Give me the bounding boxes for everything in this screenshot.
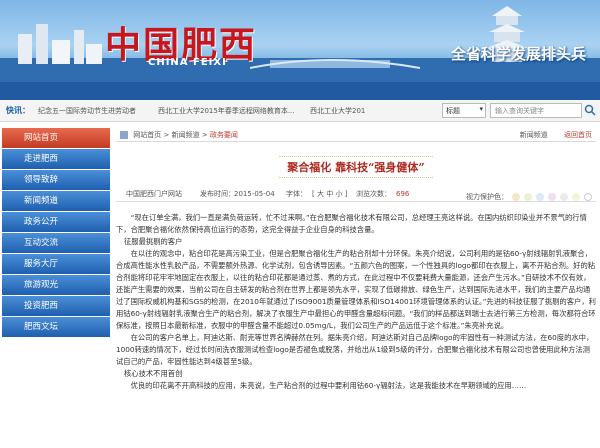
article-subheading: 征服最挑剔的客户 bbox=[124, 237, 183, 246]
site-title-en: CHINA FEIXI bbox=[148, 57, 227, 68]
font-size-small[interactable]: 小 bbox=[335, 190, 342, 198]
article-meta: 中国肥西门户网站 发布时间： 2015-05-04 字体： [ 大 中 小 ] … bbox=[116, 186, 596, 202]
article-paragraph: 优良的印花离不开高科技的应用，朱亮说，生产粘合剂的过程中要利用钴60-γ辐射法，… bbox=[130, 381, 527, 390]
sidebar-item-news[interactable]: 新闻频道 bbox=[2, 191, 110, 211]
views-count: 696 bbox=[396, 190, 410, 198]
font-size-medium[interactable]: 中 bbox=[326, 190, 333, 198]
breadcrumb-home[interactable]: 网站首页 bbox=[133, 131, 161, 139]
article-subheading: 核心技术不用首创 bbox=[124, 369, 183, 378]
site-slogan: 全省科学发展排头兵 bbox=[450, 45, 586, 63]
article-paragraph: 在公司的客户名单上，阿迪达斯、耐克等世界名牌赫然在列。据朱亮介绍，阿迪达斯对自己… bbox=[116, 333, 594, 366]
article-title: 聚合福化 靠科技“强身健体” bbox=[279, 156, 433, 178]
font-size-large[interactable]: 大 bbox=[317, 190, 324, 198]
news-ticker-item[interactable]: 纪念五一国际劳动节生进劳动者 bbox=[38, 106, 136, 116]
sidebar-item-home[interactable]: 网站首页 bbox=[2, 128, 110, 148]
back-home-link[interactable]: 返回首页 bbox=[564, 131, 592, 139]
quick-label: 快讯： bbox=[6, 106, 30, 115]
vision-color-swatch[interactable] bbox=[512, 193, 520, 201]
home-icon bbox=[120, 131, 128, 139]
vision-color-swatch[interactable] bbox=[584, 193, 592, 201]
sidebar-nav: 网站首页 走进肥西 领导致辞 新闻频道 政务公开 互动交流 服务大厅 旅游观光 … bbox=[0, 128, 112, 338]
sidebar-item-tourism[interactable]: 旅游观光 bbox=[2, 275, 110, 295]
vision-color-picker: 视力保护色： bbox=[466, 189, 592, 205]
sidebar-item-services[interactable]: 服务大厅 bbox=[2, 254, 110, 274]
article-paragraph: 在以往的观念中，粘合印花是高污染工业，但是合肥聚合福化生产的粘合剂却十分环保。朱… bbox=[116, 249, 596, 330]
quick-news-bar: 快讯： 纪念五一国际劳动节生进劳动者 西北工业大学2015年春季远程网络教育本.… bbox=[0, 100, 600, 122]
sidebar-item-interaction[interactable]: 互动交流 bbox=[2, 233, 110, 253]
breadcrumb-news[interactable]: 新闻频道 bbox=[172, 131, 200, 139]
article-paragraph: “现在订单全满，我们一直是满负荷运转，忙不过来啊。”在合肥聚合福化技术有限公司，… bbox=[116, 213, 587, 234]
breadcrumb-current[interactable]: 政务要闻 bbox=[210, 131, 238, 139]
site-banner: 中国肥西 CHINA FEIXI 全省科学发展排头兵 bbox=[0, 0, 600, 100]
breadcrumb-sep: > bbox=[163, 131, 170, 139]
search-input[interactable]: 输入查询关键字 bbox=[490, 103, 582, 118]
search-field-value: 标题 bbox=[446, 107, 460, 115]
views-label: 浏览次数： bbox=[356, 190, 391, 198]
search-field-select[interactable]: 标题 ▾ bbox=[442, 103, 486, 118]
breadcrumb-sep: > bbox=[201, 131, 208, 139]
chevron-down-icon: ▾ bbox=[479, 105, 483, 113]
vision-color-swatch[interactable] bbox=[536, 193, 544, 201]
sidebar-item-government[interactable]: 政务公开 bbox=[2, 212, 110, 232]
published-date: 2015-05-04 bbox=[234, 190, 275, 198]
sidebar-item-literature[interactable]: 肥西文坛 bbox=[2, 317, 110, 337]
sidebar-item-about[interactable]: 走进肥西 bbox=[2, 149, 110, 169]
article-content: 网站首页 > 新闻频道 > 政务要闻 新闻频道 返回首页 聚合福化 靠科技“强身… bbox=[116, 128, 596, 448]
article-body: “现在订单全满，我们一直是满负荷运转，忙不过来啊。”在合肥聚合福化技术有限公司，… bbox=[116, 212, 596, 392]
vision-label: 视力保护色： bbox=[466, 193, 508, 201]
sidebar-item-leaders[interactable]: 领导致辞 bbox=[2, 170, 110, 190]
article-title-wrap: 聚合福化 靠科技“强身健体” bbox=[116, 156, 596, 178]
news-ticker-item[interactable]: 西北工业大学201 bbox=[310, 106, 365, 116]
font-size-label: 字体： bbox=[286, 190, 307, 198]
news-ticker-item[interactable]: 西北工业大学2015年春季远程网络教育本... bbox=[158, 106, 295, 116]
vision-color-swatch[interactable] bbox=[572, 193, 580, 201]
article-source: 中国肥西门户网站 bbox=[126, 190, 182, 198]
published-label: 发布时间： bbox=[200, 190, 235, 198]
search-icon[interactable] bbox=[584, 104, 596, 117]
vision-color-swatch[interactable] bbox=[560, 193, 568, 201]
vision-color-swatch[interactable] bbox=[548, 193, 556, 201]
top-links: 新闻频道 返回首页 bbox=[506, 128, 592, 142]
vision-color-swatch[interactable] bbox=[524, 193, 532, 201]
news-channel-link[interactable]: 新闻频道 bbox=[520, 131, 548, 139]
sidebar-item-investment[interactable]: 投资肥西 bbox=[2, 296, 110, 316]
breadcrumb: 网站首页 > 新闻频道 > 政务要闻 新闻频道 返回首页 bbox=[116, 128, 596, 142]
